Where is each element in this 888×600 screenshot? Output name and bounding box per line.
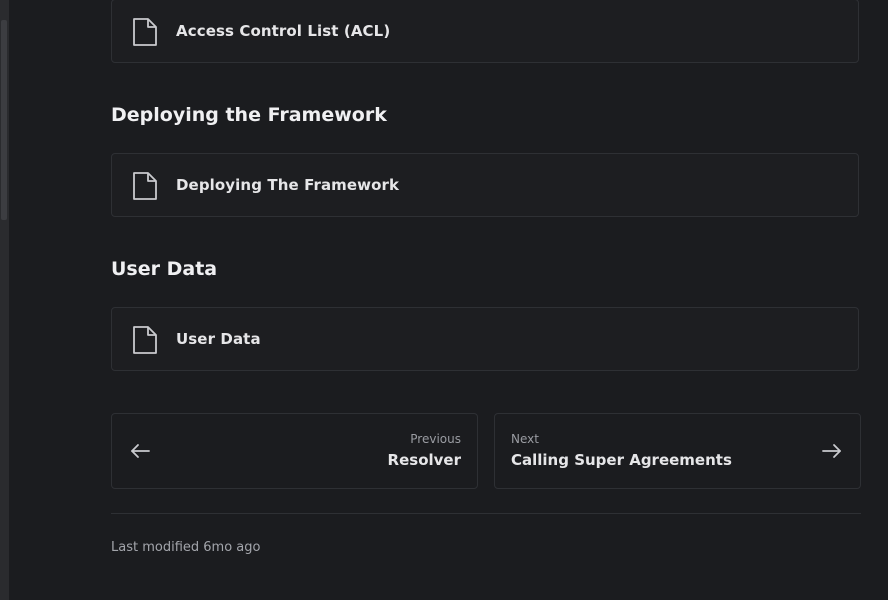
next-caption: Next <box>511 432 539 446</box>
page-link-label: Access Control List (ACL) <box>176 22 391 40</box>
last-modified-text: Last modified 6mo ago <box>111 540 261 555</box>
page-link-label: Deploying The Framework <box>176 176 400 194</box>
previous-page-button[interactable]: Previous Resolver <box>111 413 478 489</box>
next-title: Calling Super Agreements <box>511 451 732 469</box>
previous-title: Resolver <box>387 451 461 469</box>
arrow-left-icon <box>131 444 150 458</box>
section-heading: User Data <box>111 258 218 280</box>
section-heading: Deploying the Framework <box>111 104 387 126</box>
next-page-button[interactable]: Next Calling Super Agreements <box>494 413 861 489</box>
scrollbar-thumb[interactable] <box>1 20 7 220</box>
footer-divider <box>111 513 861 514</box>
page-link-label: User Data <box>176 330 261 348</box>
page-link-user-data[interactable]: User Data <box>111 307 859 371</box>
page-link-acl[interactable]: Access Control List (ACL) <box>111 0 859 63</box>
arrow-right-icon <box>822 444 841 458</box>
sidebar-scrollbar[interactable] <box>0 0 9 600</box>
previous-caption: Previous <box>410 432 461 446</box>
document-icon <box>133 326 157 354</box>
document-icon <box>133 172 157 200</box>
document-icon <box>133 18 157 46</box>
page-link-deploying[interactable]: Deploying The Framework <box>111 153 859 217</box>
